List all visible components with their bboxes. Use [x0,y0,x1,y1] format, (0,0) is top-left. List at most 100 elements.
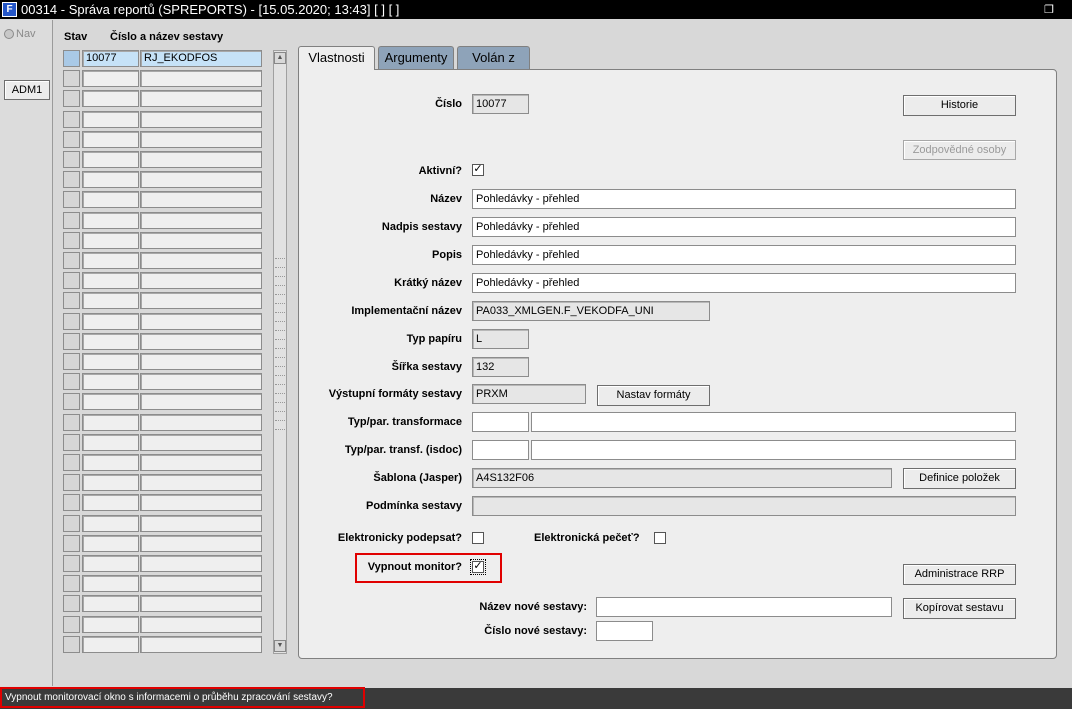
restore-window-icon[interactable]: ❐ [1044,3,1066,16]
row-stav[interactable] [63,414,80,431]
row-cislo[interactable]: 10077 [82,50,139,67]
administrace-rrp-button[interactable]: Administrace RRP [903,564,1016,585]
row-nazev[interactable] [140,292,262,309]
row-cislo[interactable] [82,555,139,572]
row-cislo[interactable] [82,616,139,633]
row-cislo[interactable] [82,515,139,532]
scroll-up-icon[interactable]: ▲ [274,52,286,64]
row-stav[interactable] [63,353,80,370]
row-nazev[interactable] [140,252,262,269]
row-cislo[interactable] [82,535,139,552]
transf-isdoc-typ-field[interactable] [472,440,529,460]
row-stav[interactable] [63,70,80,87]
row-nazev[interactable] [140,595,262,612]
row-nazev[interactable] [140,535,262,552]
row-cislo[interactable] [82,212,139,229]
row-nazev[interactable] [140,131,262,148]
row-cislo[interactable] [82,111,139,128]
row-stav[interactable] [63,111,80,128]
sablona-field[interactable]: A4S132F06 [472,468,892,488]
row-stav[interactable] [63,151,80,168]
transformace-typ-field[interactable] [472,412,529,432]
row-cislo[interactable] [82,151,139,168]
row-nazev[interactable] [140,212,262,229]
tab-volan-z[interactable]: Volán z [457,46,530,69]
row-stav[interactable] [63,595,80,612]
popis-field[interactable]: Pohledávky - přehled [472,245,1016,265]
novy-nazev-field[interactable] [596,597,892,617]
row-cislo[interactable] [82,313,139,330]
transf-isdoc-par-field[interactable] [531,440,1016,460]
row-nazev[interactable] [140,575,262,592]
podminka-field[interactable] [472,496,1016,516]
row-nazev[interactable] [140,434,262,451]
row-cislo[interactable] [82,333,139,350]
row-cislo[interactable] [82,252,139,269]
row-stav[interactable] [63,171,80,188]
row-cislo[interactable] [82,131,139,148]
podepsat-checkbox[interactable] [472,532,484,544]
row-nazev[interactable] [140,70,262,87]
kopirovat-sestavu-button[interactable]: Kopírovat sestavu [903,598,1016,619]
row-cislo[interactable] [82,232,139,249]
row-nazev[interactable] [140,232,262,249]
row-stav[interactable] [63,434,80,451]
row-stav[interactable] [63,131,80,148]
row-nazev[interactable] [140,171,262,188]
row-cislo[interactable] [82,90,139,107]
row-stav[interactable] [63,212,80,229]
row-cislo[interactable] [82,494,139,511]
row-stav[interactable] [63,333,80,350]
cislo-field[interactable]: 10077 [472,94,529,114]
row-nazev[interactable] [140,151,262,168]
row-nazev[interactable] [140,90,262,107]
row-stav[interactable] [63,575,80,592]
row-cislo[interactable] [82,636,139,653]
row-cislo[interactable] [82,434,139,451]
row-stav[interactable] [63,232,80,249]
row-nazev[interactable] [140,474,262,491]
row-nazev[interactable] [140,454,262,471]
row-cislo[interactable] [82,171,139,188]
row-stav[interactable] [63,313,80,330]
row-cislo[interactable] [82,292,139,309]
row-nazev[interactable] [140,393,262,410]
row-stav[interactable] [63,90,80,107]
row-cislo[interactable] [82,474,139,491]
row-stav[interactable] [63,191,80,208]
row-cislo[interactable] [82,393,139,410]
row-nazev[interactable] [140,191,262,208]
row-stav[interactable] [63,50,80,67]
row-stav[interactable] [63,292,80,309]
row-nazev[interactable] [140,636,262,653]
sirka-sestavy-field[interactable]: 132 [472,357,529,377]
list-scrollbar[interactable]: ▲ ▼ [273,50,287,654]
row-cislo[interactable] [82,191,139,208]
historie-button[interactable]: Historie [903,95,1016,116]
aktivni-checkbox[interactable]: ✓ [472,164,484,176]
vystupni-formaty-field[interactable]: PRXM [472,384,586,404]
row-stav[interactable] [63,454,80,471]
row-nazev[interactable] [140,515,262,532]
row-nazev[interactable] [140,494,262,511]
row-cislo[interactable] [82,414,139,431]
nazev-field[interactable]: Pohledávky - přehled [472,189,1016,209]
zodpovedne-osoby-button[interactable]: Zodpovědné osoby [903,140,1016,160]
implementacni-nazev-field[interactable]: PA033_XMLGEN.F_VEKODFA_UNI [472,301,710,321]
row-stav[interactable] [63,535,80,552]
row-nazev[interactable] [140,353,262,370]
row-stav[interactable] [63,252,80,269]
row-nazev[interactable] [140,333,262,350]
row-cislo[interactable] [82,575,139,592]
row-nazev[interactable] [140,313,262,330]
row-stav[interactable] [63,555,80,572]
row-stav[interactable] [63,616,80,633]
nove-cislo-field[interactable] [596,621,653,641]
row-cislo[interactable] [82,353,139,370]
row-nazev[interactable]: RJ_EKODFOS [140,50,262,67]
row-stav[interactable] [63,393,80,410]
row-nazev[interactable] [140,272,262,289]
nastav-formaty-button[interactable]: Nastav formáty [597,385,710,406]
pecet-checkbox[interactable] [654,532,666,544]
row-cislo[interactable] [82,373,139,390]
